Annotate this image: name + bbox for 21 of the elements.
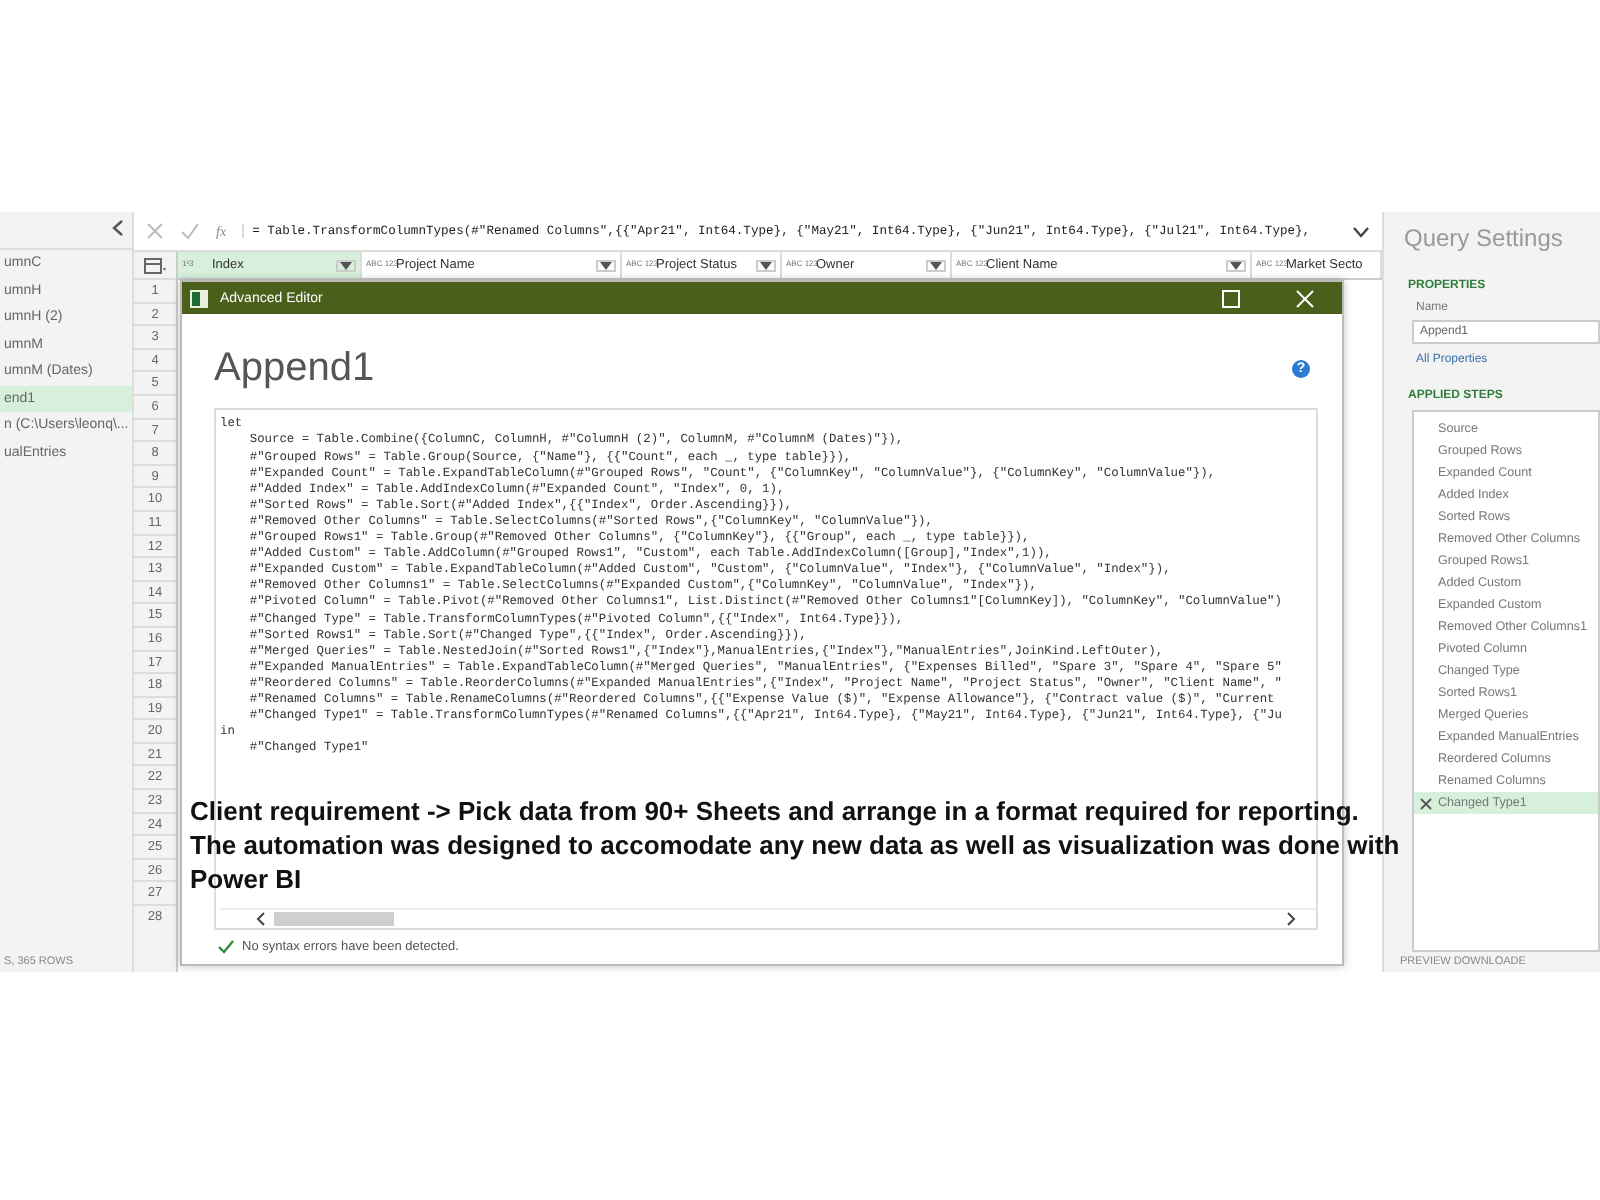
caption-line: Power BI	[190, 862, 304, 896]
filter-dropdown-icon[interactable]	[596, 259, 616, 271]
horizontal-scrollbar[interactable]	[220, 908, 1316, 928]
scroll-left-icon[interactable]	[256, 912, 266, 926]
check-icon[interactable]	[180, 222, 200, 240]
check-icon	[218, 940, 234, 954]
panel-title: Query Settings	[1404, 224, 1565, 252]
query-heading: Append1	[214, 346, 375, 393]
filter-dropdown-icon[interactable]	[926, 259, 946, 271]
expand-chevron-icon[interactable]	[1352, 225, 1370, 237]
maximize-icon[interactable]	[1222, 289, 1240, 308]
scroll-right-icon[interactable]	[1286, 912, 1296, 926]
close-icon[interactable]	[1296, 289, 1314, 308]
filter-dropdown-icon[interactable]	[756, 259, 776, 271]
collapse-chevron-icon[interactable]	[112, 220, 124, 236]
filter-dropdown-icon[interactable]	[336, 259, 356, 271]
caption-line: Client requirement -> Pick data from 90+ Sheets and arrange in a format required for reporting.	[190, 794, 1361, 828]
caption-line: The automation was designed to accomodate any new data as well as visualization was done with	[190, 828, 1400, 862]
filter-dropdown-icon[interactable]	[1226, 259, 1246, 271]
delete-step-icon[interactable]	[1420, 797, 1432, 809]
spreadsheet-icon	[190, 289, 208, 308]
